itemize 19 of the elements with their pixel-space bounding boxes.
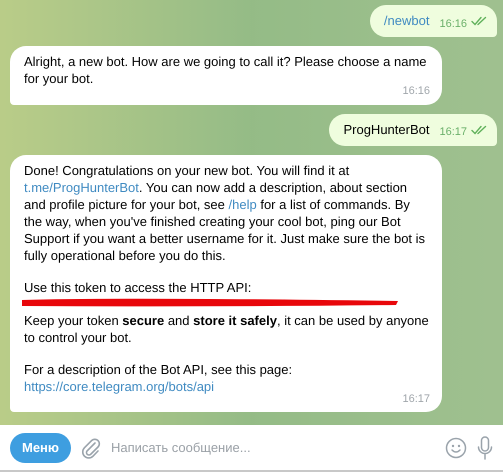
message-time: 16:16 <box>439 16 467 32</box>
message-time: 16:16 <box>402 84 430 99</box>
link[interactable]: t.me/ProgHunterBot <box>24 180 139 194</box>
link[interactable]: /help <box>228 196 257 212</box>
message-paragraph: For a description of the Bot API, see this page: <box>24 360 294 378</box>
message-paragraph: Keep your token secure and store it safely, it can be used by anyone to control your bot. <box>24 312 430 346</box>
message-input[interactable]: Написать сообщение... <box>111 438 435 458</box>
message-paragraph: Alright, a new bot. How are we going to call it? Please choose a name for your bot. <box>24 53 428 86</box>
message-paragraph: Done! Congratulations on your new bot. You will find it at t.me/ProgHunterBot. You can now add a description, about section and profile picture for your bot, see /help for a list of commands. By the way, when you've finished creating your cool bot, ping our Bot Support if you want a better username for it. Just make sure the bot is fully operational before you do this. <box>24 162 426 264</box>
command-link[interactable]: /newbot <box>384 11 430 31</box>
message-time: 16:17 <box>439 125 467 140</box>
message-text: ProgHunterBot <box>343 120 430 139</box>
emoji-icon[interactable] <box>445 436 467 458</box>
menu-button[interactable]: Меню <box>10 432 72 462</box>
link[interactable]: https://core.telegram.org/bots/api <box>24 378 214 394</box>
microphone-icon[interactable] <box>477 436 493 460</box>
message-time: 16:17 <box>402 392 430 406</box>
message-paragraph: Use this token to access the HTTP API: <box>24 278 252 296</box>
paperclip-icon[interactable] <box>81 436 102 458</box>
